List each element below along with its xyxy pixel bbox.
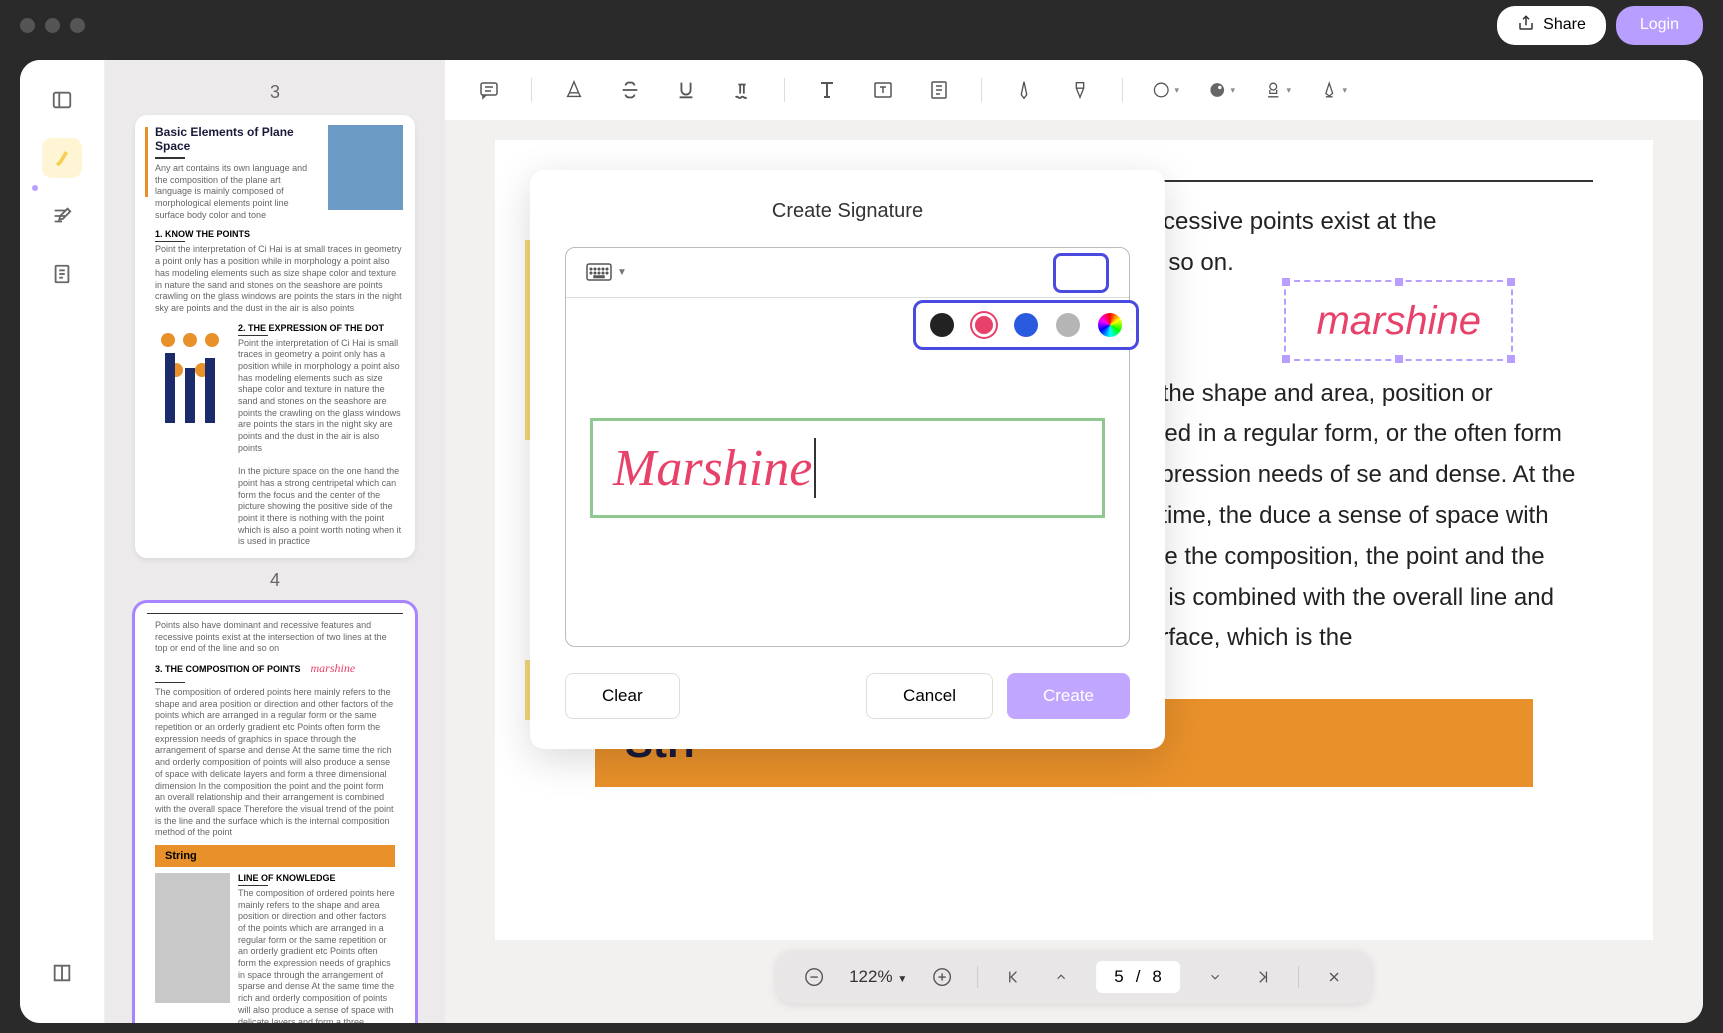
create-button[interactable]: Create: [1007, 673, 1130, 719]
color-picker-popup: [913, 300, 1139, 350]
document-tool[interactable]: [42, 254, 82, 294]
signature-tool[interactable]: [1319, 76, 1347, 104]
first-page-button[interactable]: [1000, 964, 1026, 990]
close-toolbar-button[interactable]: [1321, 964, 1347, 990]
zoom-in-button[interactable]: [929, 964, 955, 990]
eraser-tool[interactable]: [1066, 76, 1094, 104]
selected-color: [1070, 262, 1092, 284]
library-button[interactable]: [42, 953, 82, 993]
page-number: 4: [135, 570, 415, 591]
annotate-tool[interactable]: [42, 196, 82, 236]
text-cursor: [814, 438, 816, 498]
prev-page-button[interactable]: [1048, 964, 1074, 990]
comment-tool[interactable]: [475, 76, 503, 104]
last-page-button[interactable]: [1250, 964, 1276, 990]
share-button[interactable]: Share: [1497, 6, 1606, 45]
share-icon: [1517, 14, 1535, 37]
color-red[interactable]: [972, 313, 996, 337]
panel-toggle[interactable]: [42, 80, 82, 120]
maximize-window[interactable]: [70, 18, 85, 33]
thumb-image: [155, 873, 230, 1003]
close-window[interactable]: [20, 18, 35, 33]
titlebar: Share Login: [0, 0, 1723, 50]
fill-shape-tool[interactable]: [1207, 76, 1235, 104]
page-indicator[interactable]: 5 / 8: [1096, 961, 1180, 993]
underline-tool[interactable]: [672, 76, 700, 104]
color-gray[interactable]: [1056, 313, 1080, 337]
signature-annotation[interactable]: marshine: [1284, 280, 1513, 361]
page-number: 3: [135, 82, 415, 103]
stamp-tool[interactable]: [1263, 76, 1291, 104]
minimize-window[interactable]: [45, 18, 60, 33]
signature-input[interactable]: Marshine: [590, 418, 1105, 518]
cancel-button[interactable]: Cancel: [866, 673, 993, 719]
share-label: Share: [1543, 16, 1586, 34]
thumb-image: [328, 125, 403, 210]
zoom-dropdown[interactable]: 122% ▼: [849, 967, 907, 987]
signature-canvas: ▼ Marshine: [565, 247, 1130, 647]
login-button[interactable]: Login: [1616, 6, 1703, 45]
thumbnail-page-3[interactable]: Basic Elements of Plane Space Any art co…: [135, 115, 415, 558]
text-tool[interactable]: [813, 76, 841, 104]
textbox-tool[interactable]: [869, 76, 897, 104]
highlight-tool[interactable]: [42, 138, 82, 178]
shape-tool[interactable]: [1151, 76, 1179, 104]
color-custom[interactable]: [1098, 313, 1122, 337]
strikethrough-tool[interactable]: [616, 76, 644, 104]
left-rail: [20, 60, 105, 1023]
next-page-button[interactable]: [1202, 964, 1228, 990]
active-indicator: [32, 185, 38, 191]
clear-button[interactable]: Clear: [565, 673, 680, 719]
squiggly-tool[interactable]: [728, 76, 756, 104]
keyboard-input-toggle[interactable]: ▼: [586, 263, 627, 283]
thumb-title: Basic Elements of Plane Space: [155, 125, 320, 153]
highlight-tool[interactable]: [560, 76, 588, 104]
color-selector[interactable]: [1053, 253, 1109, 293]
toolbar: [445, 60, 1703, 120]
color-black[interactable]: [930, 313, 954, 337]
pen-tool[interactable]: [1010, 76, 1038, 104]
thumbnail-panel: 3 Basic Elements of Plane Space Any art …: [105, 60, 445, 1023]
note-tool[interactable]: [925, 76, 953, 104]
window-controls: [20, 18, 85, 33]
create-signature-modal: Create Signature ▼ Marshine Clear Cancel…: [530, 170, 1165, 749]
modal-title: Create Signature: [565, 200, 1130, 223]
zoom-out-button[interactable]: [801, 964, 827, 990]
bottom-toolbar: 122% ▼ 5 / 8: [777, 951, 1371, 1003]
color-blue[interactable]: [1014, 313, 1038, 337]
thumbnail-page-4[interactable]: Points also have dominant and recessive …: [135, 603, 415, 1023]
